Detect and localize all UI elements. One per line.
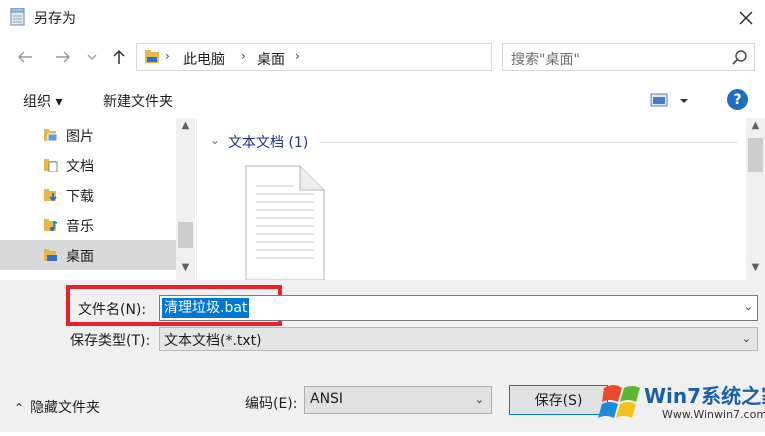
scroll-down-arrow[interactable]: ▼ — [176, 262, 195, 278]
hide-folders-toggle[interactable]: ⌃ 隐藏文件夹 — [14, 397, 100, 417]
up-button[interactable] — [106, 44, 132, 70]
breadcrumb-this-pc[interactable]: 此电脑 — [183, 49, 225, 69]
watermark-url: Www.Winwin7.com — [662, 408, 765, 421]
filename-label: 文件名(N): — [78, 302, 147, 318]
watermark-logo: Win7系统之家 Www.Winwin7.com — [596, 374, 765, 432]
nav-item-label: 音乐 — [66, 219, 94, 235]
nav-item-pictures[interactable]: 图片 — [0, 120, 176, 150]
scroll-up-arrow[interactable]: ▲ — [746, 120, 765, 131]
nav-item-label: 下载 — [66, 189, 94, 205]
nav-item-label: 文档 — [66, 159, 94, 175]
downloads-icon — [44, 189, 57, 202]
file-item[interactable] — [244, 164, 326, 281]
nav-item-label: 图片 — [66, 129, 94, 145]
breadcrumb-separator[interactable]: › — [241, 49, 246, 63]
scroll-up-arrow[interactable]: ▲ — [176, 120, 195, 136]
desktop-icon — [44, 249, 57, 261]
nav-item-downloads[interactable]: 下载 — [0, 180, 176, 210]
notepad-icon — [10, 8, 25, 26]
encoding-select[interactable]: ANSI ⌄ — [304, 386, 492, 414]
desktop-folder-icon — [145, 50, 159, 63]
nav-item-label: 桌面 — [66, 249, 94, 265]
search-icon[interactable] — [731, 49, 749, 67]
arrow-left-icon — [18, 51, 32, 63]
watermark-brand: Win7系统之家 — [644, 384, 765, 408]
forward-button[interactable] — [50, 44, 76, 70]
view-options-icon — [650, 93, 688, 107]
hide-folders-label: 隐藏文件夹 — [30, 400, 101, 416]
breadcrumb-desktop[interactable]: 桌面 — [257, 49, 285, 69]
nav-item-music[interactable]: 音乐 — [0, 210, 176, 240]
scroll-thumb[interactable] — [178, 222, 193, 248]
pictures-icon — [44, 129, 58, 142]
text-document-icon — [245, 165, 325, 281]
filetype-label: 保存类型(T): — [70, 333, 151, 349]
address-bar[interactable]: › 此电脑 › 桌面 › ⌄ — [136, 43, 621, 71]
filename-value[interactable]: 清理垃圾.bat — [162, 298, 250, 318]
back-button[interactable] — [12, 44, 38, 70]
nav-pane-scrollbar[interactable]: ▲ ▼ — [176, 118, 195, 280]
arrow-right-icon — [56, 51, 70, 63]
search-placeholder: 搜索"桌面" — [511, 52, 580, 68]
chevron-down-icon — [87, 54, 97, 60]
filename-input[interactable]: 清理垃圾.bat ⌄ — [159, 295, 758, 321]
breadcrumb-separator[interactable]: › — [295, 49, 300, 63]
close-button[interactable] — [726, 0, 765, 36]
help-button[interactable]: ? — [727, 89, 748, 110]
group-collapse-chevron[interactable]: ⌄ — [210, 133, 220, 147]
recent-locations-button[interactable] — [82, 44, 102, 70]
group-header[interactable]: 文本文档 (1) — [228, 132, 308, 152]
breadcrumb-separator[interactable]: › — [165, 49, 170, 63]
chevron-down-icon[interactable]: ⌄ — [744, 300, 753, 313]
organize-menu-button[interactable]: 组织 ▾ — [23, 91, 62, 111]
chevron-up-icon: ⌃ — [14, 401, 25, 415]
save-button[interactable]: 保存(S) — [509, 385, 608, 415]
new-folder-button[interactable]: 新建文件夹 — [103, 91, 173, 111]
scroll-down-arrow[interactable]: ▼ — [746, 262, 765, 273]
arrow-up-icon — [113, 49, 125, 64]
search-input[interactable]: 搜索"桌面" — [502, 43, 755, 71]
chevron-down-icon: ⌄ — [741, 332, 751, 345]
chevron-down-icon: ⌄ — [474, 393, 484, 406]
window-title: 另存为 — [34, 11, 76, 27]
nav-item-documents[interactable]: 文档 — [0, 150, 176, 180]
group-divider — [320, 142, 738, 143]
filetype-value: 文本文档(*.txt) — [164, 333, 262, 349]
encoding-value: ANSI — [310, 391, 344, 407]
title-bar — [0, 0, 765, 36]
change-view-button[interactable] — [650, 91, 690, 111]
file-pane-scrollbar[interactable]: ▲ ▼ — [746, 118, 765, 280]
close-icon — [739, 11, 752, 25]
scroll-thumb[interactable] — [748, 138, 763, 172]
music-icon — [44, 219, 58, 231]
navigation-pane[interactable]: 图片 文档 下载 音乐 桌面 — [0, 118, 196, 280]
filetype-select[interactable]: 文本文档(*.txt) ⌄ — [159, 327, 758, 351]
encoding-label: 编码(E): — [245, 396, 298, 412]
nav-item-desktop[interactable]: 桌面 — [0, 240, 176, 270]
documents-icon — [44, 159, 58, 172]
